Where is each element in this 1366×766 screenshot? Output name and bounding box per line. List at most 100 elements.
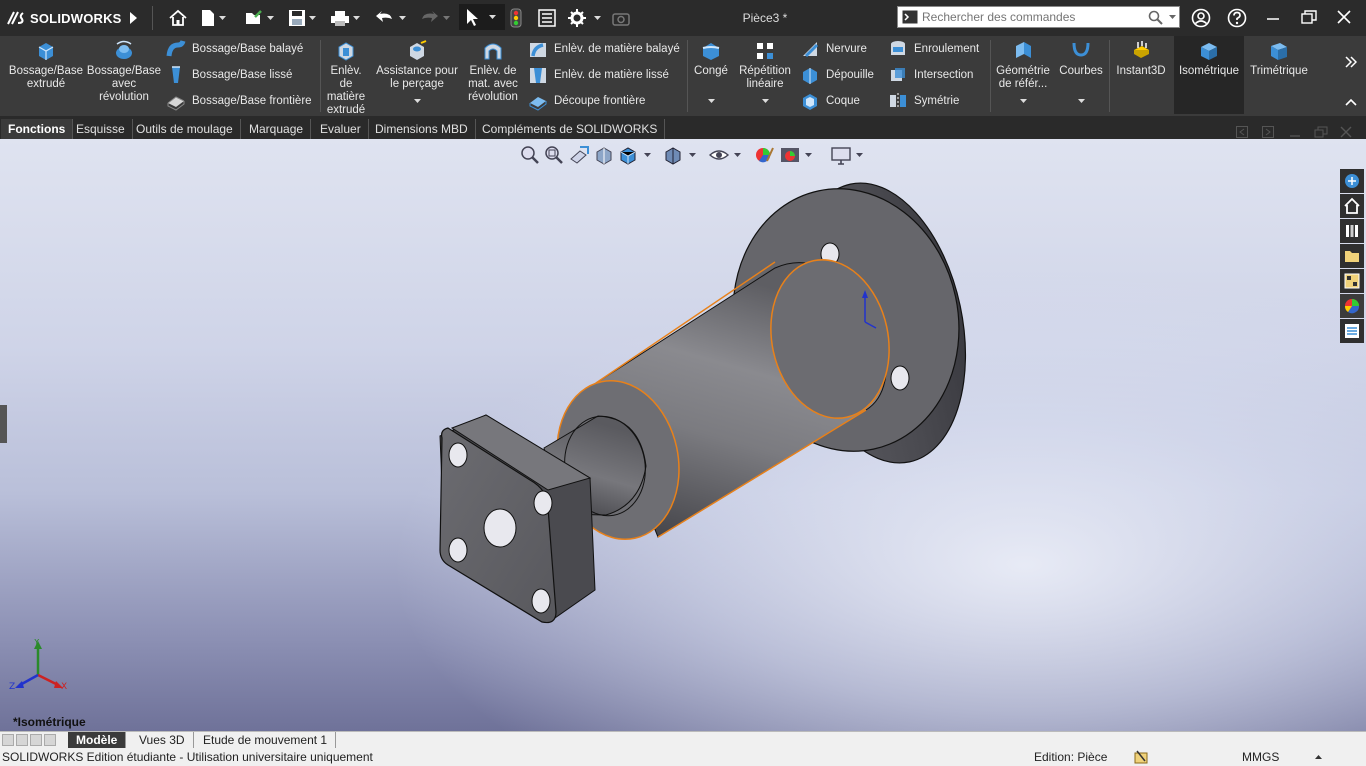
new-document-button[interactable] <box>200 7 226 29</box>
revolved-cut-button[interactable]: Enlèv. de mat. avec révolution <box>464 40 522 104</box>
chevron-down-icon[interactable] <box>644 153 651 157</box>
next-tab-button[interactable] <box>30 734 42 746</box>
hole-wizard-button[interactable]: Assistance pour le perçage <box>374 40 460 103</box>
extruded-boss-button[interactable]: Bossage/Base extrudé <box>6 40 86 91</box>
chevron-down-icon[interactable] <box>309 16 316 20</box>
isometric-view-button[interactable]: Isométrique <box>1174 36 1244 114</box>
rib-button[interactable]: Nervure <box>800 38 867 60</box>
status-units[interactable]: MMGS <box>1242 750 1279 764</box>
boundary-cut-button[interactable]: Découpe frontière <box>528 90 645 112</box>
chevron-down-icon[interactable] <box>399 16 406 20</box>
search-commands-box[interactable] <box>897 6 1180 28</box>
zoom-to-fit-icon[interactable] <box>520 145 540 165</box>
reference-geometry-button[interactable]: Géométrie de référ... <box>994 40 1052 103</box>
intersect-button[interactable]: Intersection <box>888 64 973 86</box>
part-model-3d[interactable] <box>400 179 980 639</box>
revolved-boss-button[interactable]: Bossage/Base avec révolution <box>86 40 162 104</box>
tab-sketch[interactable]: Esquisse <box>69 119 133 139</box>
chevron-down-icon[interactable] <box>707 99 715 103</box>
tab-evaluate[interactable]: Evaluer <box>313 119 369 139</box>
undo-button[interactable] <box>374 7 406 29</box>
tab-model[interactable]: Modèle <box>68 732 127 748</box>
previous-tab-button[interactable] <box>16 734 28 746</box>
doc-minimize-icon[interactable] <box>1289 127 1301 139</box>
task-pane-solidworks-resources[interactable] <box>1340 169 1364 193</box>
boundary-boss-button[interactable]: Bossage/Base frontière <box>166 90 312 112</box>
rebuild-status-icon[interactable] <box>1133 749 1149 765</box>
chevron-down-icon[interactable] <box>489 15 496 19</box>
search-icon[interactable] <box>1148 10 1164 26</box>
file-properties-button[interactable] <box>538 7 556 29</box>
menu-expand-arrow-icon[interactable] <box>128 11 138 25</box>
apply-scene-icon[interactable] <box>779 145 801 165</box>
curves-button[interactable]: Courbes <box>1056 40 1106 103</box>
display-style-icon[interactable] <box>663 145 685 165</box>
chevron-down-icon[interactable] <box>267 16 274 20</box>
tile-right-icon[interactable] <box>1262 126 1274 138</box>
swept-boss-button[interactable]: Bossage/Base balayé <box>166 38 303 60</box>
tile-left-icon[interactable] <box>1236 126 1248 138</box>
chevron-down-icon[interactable] <box>594 16 601 20</box>
hide-show-items-icon[interactable] <box>708 145 730 165</box>
chevron-down-icon[interactable] <box>413 99 421 103</box>
save-button[interactable] <box>288 7 316 29</box>
chevron-double-right-icon[interactable] <box>1345 56 1357 68</box>
graphics-area[interactable]: Y X Z *Isométrique <box>0 126 1366 731</box>
chevron-down-icon[interactable] <box>1077 99 1085 103</box>
doc-restore-icon[interactable] <box>1314 126 1328 138</box>
previous-view-icon[interactable] <box>568 145 590 165</box>
doc-close-icon[interactable] <box>1340 126 1352 138</box>
view-settings-icon[interactable] <box>830 145 852 165</box>
chevron-down-icon[interactable] <box>219 16 226 20</box>
options-button[interactable] <box>568 7 601 29</box>
mirror-button[interactable]: Symétrie <box>888 90 959 112</box>
open-button[interactable] <box>244 7 274 29</box>
instant3d-button[interactable]: Instant3D <box>1112 40 1170 78</box>
feature-tree-expand-handle[interactable] <box>0 405 7 443</box>
lofted-cut-button[interactable]: Enlèv. de matière lissé <box>528 64 669 86</box>
section-view-icon[interactable] <box>594 145 614 165</box>
edit-appearance-icon[interactable] <box>753 145 775 165</box>
swept-cut-button[interactable]: Enlèv. de matière balayé <box>528 38 680 60</box>
task-pane-view-palette[interactable] <box>1340 269 1364 293</box>
collapse-ribbon-icon[interactable] <box>1345 98 1357 106</box>
first-tab-button[interactable] <box>2 734 14 746</box>
chevron-down-icon[interactable] <box>734 153 741 157</box>
chevron-up-icon[interactable] <box>1315 755 1322 759</box>
print-button[interactable] <box>330 7 360 29</box>
minimize-icon[interactable] <box>1266 10 1280 24</box>
tab-motion-study[interactable]: Etude de mouvement 1 <box>195 732 337 748</box>
solidworks-logo[interactable]: SOLIDWORKS <box>6 9 122 27</box>
rebuild-button[interactable] <box>508 7 524 29</box>
home-button[interactable] <box>168 7 188 29</box>
task-pane-home[interactable] <box>1340 194 1364 218</box>
help-icon[interactable] <box>1227 8 1247 28</box>
task-pane-appearances[interactable] <box>1340 294 1364 318</box>
tab-features[interactable]: Fonctions <box>1 119 74 139</box>
tab-solidworks-addins[interactable]: Compléments de SOLIDWORKS <box>475 119 666 139</box>
tab-3d-views[interactable]: Vues 3D <box>131 732 194 748</box>
draft-button[interactable]: Dépouille <box>800 64 874 86</box>
chevron-down-icon[interactable] <box>761 99 769 103</box>
view-orientation-icon[interactable] <box>618 145 640 165</box>
user-account-icon[interactable] <box>1191 8 1211 28</box>
restore-icon[interactable] <box>1301 10 1317 24</box>
chevron-down-icon[interactable] <box>805 153 812 157</box>
tab-mold-tools[interactable]: Outils de moulage <box>129 119 241 139</box>
tab-mbd-dimensions[interactable]: Dimensions MBD <box>368 119 476 139</box>
chevron-down-icon[interactable] <box>1019 99 1027 103</box>
chevron-down-icon[interactable] <box>1169 15 1176 19</box>
trimetric-view-button[interactable]: Trimétrique <box>1246 40 1312 78</box>
search-input[interactable] <box>922 9 1140 25</box>
chevron-down-icon[interactable] <box>689 153 696 157</box>
shell-button[interactable]: Coque <box>800 90 860 112</box>
lofted-boss-button[interactable]: Bossage/Base lissé <box>166 64 292 86</box>
linear-pattern-button[interactable]: Répétition linéaire <box>735 40 795 103</box>
task-pane-design-library[interactable] <box>1340 219 1364 243</box>
task-pane-file-explorer[interactable] <box>1340 244 1364 268</box>
chevron-down-icon[interactable] <box>353 16 360 20</box>
task-pane-custom-properties[interactable] <box>1340 319 1364 343</box>
last-tab-button[interactable] <box>44 734 56 746</box>
tab-markup[interactable]: Marquage <box>242 119 312 139</box>
chevron-down-icon[interactable] <box>856 153 863 157</box>
